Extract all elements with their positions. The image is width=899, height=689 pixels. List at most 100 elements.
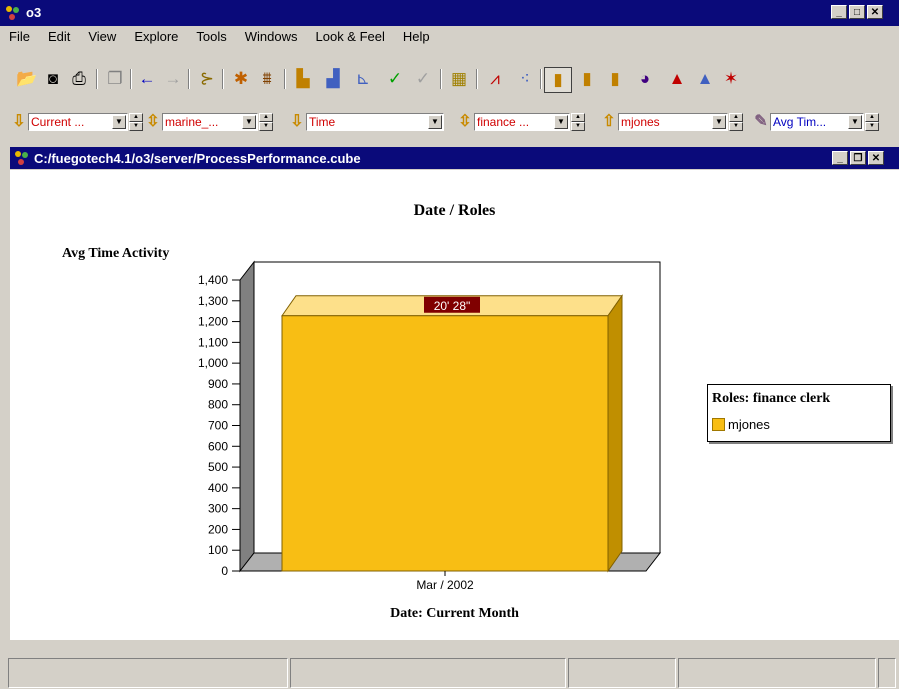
stacked-bar-icon[interactable]: ▟ — [320, 67, 346, 91]
grid-icon[interactable]: ⩩ — [254, 67, 280, 91]
check-icon[interactable]: ✓ — [382, 67, 408, 91]
inner-close-button[interactable]: ✕ — [868, 151, 884, 165]
inner-restore-button[interactable]: ❐ — [850, 151, 866, 165]
status-cell — [678, 658, 876, 688]
dimension-spinner[interactable]: ▲ ▼ — [129, 113, 143, 131]
legend-swatch — [712, 418, 725, 431]
chevron-down-icon[interactable]: ▼ — [554, 115, 568, 129]
chart-floor — [238, 552, 662, 572]
radar-chart-icon[interactable]: ✶ — [718, 67, 744, 91]
menu-view[interactable]: View — [79, 27, 125, 47]
inner-window-title: C:/fuegotech4.1/o3/server/ProcessPerform… — [34, 151, 361, 166]
menu-look-and-feel[interactable]: Look & Feel — [307, 27, 394, 47]
bar-chart-icon[interactable]: ▙ — [290, 67, 316, 91]
chevron-down-icon[interactable]: ▼ — [848, 115, 862, 129]
app-titlebar: o3 _ □ ✕ — [0, 0, 899, 26]
y-tick-label: 1,200 — [198, 315, 228, 329]
y-tick-label: 800 — [208, 398, 228, 412]
scatter-chart-icon[interactable]: ⁖ — [512, 67, 538, 91]
status-cell — [568, 658, 676, 688]
dimension-combo[interactable]: Time ▼ — [306, 113, 444, 131]
data-label: 20' 28" — [434, 299, 471, 313]
menu-file[interactable]: File — [0, 27, 39, 47]
y-tick-label: 600 — [208, 439, 228, 453]
dimension-combo[interactable]: Current ... ▼ — [28, 113, 128, 131]
x-tick-label: Mar / 2002 — [416, 578, 474, 592]
menu-edit[interactable]: Edit — [39, 27, 79, 47]
dimension-combo[interactable]: marine_... ▼ — [162, 113, 258, 131]
inner-minimize-button[interactable]: _ — [832, 151, 848, 165]
main-toolbar: 📂 ◙ ⎙ ❐ ← → ⊱ ✱ ⩩ ▙ ▟ ⊾ ✓ ✓ ▦ ⩘ ⁖ ▮ ▮ ▮ … — [0, 63, 899, 95]
legend-label: mjones — [728, 417, 770, 432]
arrow-updown-icon[interactable]: ⇳ — [144, 113, 162, 131]
measure-combo[interactable]: Avg Tim... ▼ — [770, 113, 864, 131]
bar-side — [607, 294, 623, 573]
minimize-button[interactable]: _ — [831, 5, 847, 19]
tree-icon[interactable]: ⊱ — [194, 67, 220, 91]
menu-help[interactable]: Help — [394, 27, 439, 47]
status-bar — [0, 655, 899, 689]
status-cell — [8, 658, 288, 688]
maximize-button[interactable]: □ — [849, 5, 865, 19]
dimension-combo[interactable]: mjones ▼ — [618, 113, 728, 131]
dimension-selector-user: ⇧ mjones ▼ ▲ ▼ — [600, 110, 743, 134]
inner-window-titlebar: C:/fuegotech4.1/o3/server/ProcessPerform… — [10, 147, 899, 169]
chart-back-wall — [253, 261, 661, 554]
y-tick-label: 500 — [208, 460, 228, 474]
column-chart-2-icon[interactable]: ▮ — [574, 67, 600, 91]
dimension-spinner[interactable]: ▲ ▼ — [571, 113, 585, 131]
arrow-down-icon[interactable]: ⇩ — [10, 113, 28, 131]
table-icon[interactable]: ▦ — [446, 67, 472, 91]
mountain-chart-2-icon[interactable]: ▲ — [692, 67, 718, 91]
dimension-spinner[interactable]: ▲ ▼ — [259, 113, 273, 131]
y-tick-label: 300 — [208, 502, 228, 516]
camera-icon[interactable]: ◙ — [40, 67, 66, 91]
y-tick-label: 1,000 — [198, 356, 228, 370]
chart-legend: Roles: finance clerk mjones — [707, 384, 891, 442]
menu-explore[interactable]: Explore — [125, 27, 187, 47]
chart-side-wall — [239, 260, 255, 573]
chevron-down-icon[interactable]: ▼ — [112, 115, 126, 129]
ruler-icon[interactable]: ✎ — [752, 113, 770, 131]
area-chart-icon[interactable]: ⊾ — [350, 67, 376, 91]
menu-bar: File Edit View Explore Tools Windows Loo… — [0, 27, 899, 47]
paint-icon[interactable]: ✱ — [228, 67, 254, 91]
chart-panel: Date / Roles Avg Time Activity Date: Cur… — [10, 170, 899, 640]
back-icon[interactable]: ← — [134, 67, 160, 91]
legend-title: Roles: finance clerk — [712, 391, 831, 406]
menu-tools[interactable]: Tools — [187, 27, 235, 47]
forward-icon[interactable]: → — [160, 67, 186, 91]
measure-spinner[interactable]: ▲ ▼ — [865, 113, 879, 131]
data-label-bg — [424, 296, 480, 313]
uncheck-icon[interactable]: ✓ — [410, 67, 436, 91]
open-icon[interactable]: 📂 — [14, 67, 40, 91]
y-tick-label: 700 — [208, 419, 228, 433]
y-tick-label: 100 — [208, 543, 228, 557]
app-icon — [6, 6, 19, 20]
pie-chart-icon[interactable]: ◕ — [632, 67, 658, 91]
arrow-down-icon[interactable]: ⇩ — [288, 113, 306, 131]
y-axis-label: Avg Time Activity — [62, 246, 170, 261]
dimension-selector-marine: ⇳ marine_... ▼ ▲ ▼ — [144, 110, 273, 134]
menu-windows[interactable]: Windows — [236, 27, 307, 47]
mountain-chart-icon[interactable]: ▲ — [664, 67, 690, 91]
chevron-down-icon[interactable]: ▼ — [712, 115, 726, 129]
chevron-down-icon[interactable]: ▼ — [428, 115, 442, 129]
dimension-selector-current: ⇩ Current ... ▼ ▲ ▼ — [10, 110, 143, 134]
chevron-down-icon[interactable]: ▼ — [242, 115, 256, 129]
dimension-spinner[interactable]: ▲ ▼ — [729, 113, 743, 131]
arrow-updown-icon[interactable]: ⇳ — [456, 113, 474, 131]
arrow-up-icon[interactable]: ⇧ — [600, 113, 618, 131]
column-chart-3-icon[interactable]: ▮ — [602, 67, 628, 91]
y-tick-label: 0 — [221, 564, 228, 578]
dimension-selector-time: ⇩ Time ▼ — [288, 110, 444, 134]
line-chart-icon[interactable]: ⩘ — [482, 67, 508, 91]
chart-title: Date / Roles — [413, 202, 496, 219]
dimension-combo[interactable]: finance ... ▼ — [474, 113, 570, 131]
print-icon[interactable]: ⎙ — [66, 67, 92, 91]
dimension-toolbar: ⇩ Current ... ▼ ▲ ▼ ⇳ marine_... ▼ ▲ ▼ ⇩ T… — [0, 108, 899, 138]
close-button[interactable]: ✕ — [867, 5, 883, 19]
bar-top — [281, 295, 623, 317]
column-chart-icon[interactable]: ▮ — [544, 67, 572, 93]
copy-icon[interactable]: ❐ — [102, 67, 128, 91]
